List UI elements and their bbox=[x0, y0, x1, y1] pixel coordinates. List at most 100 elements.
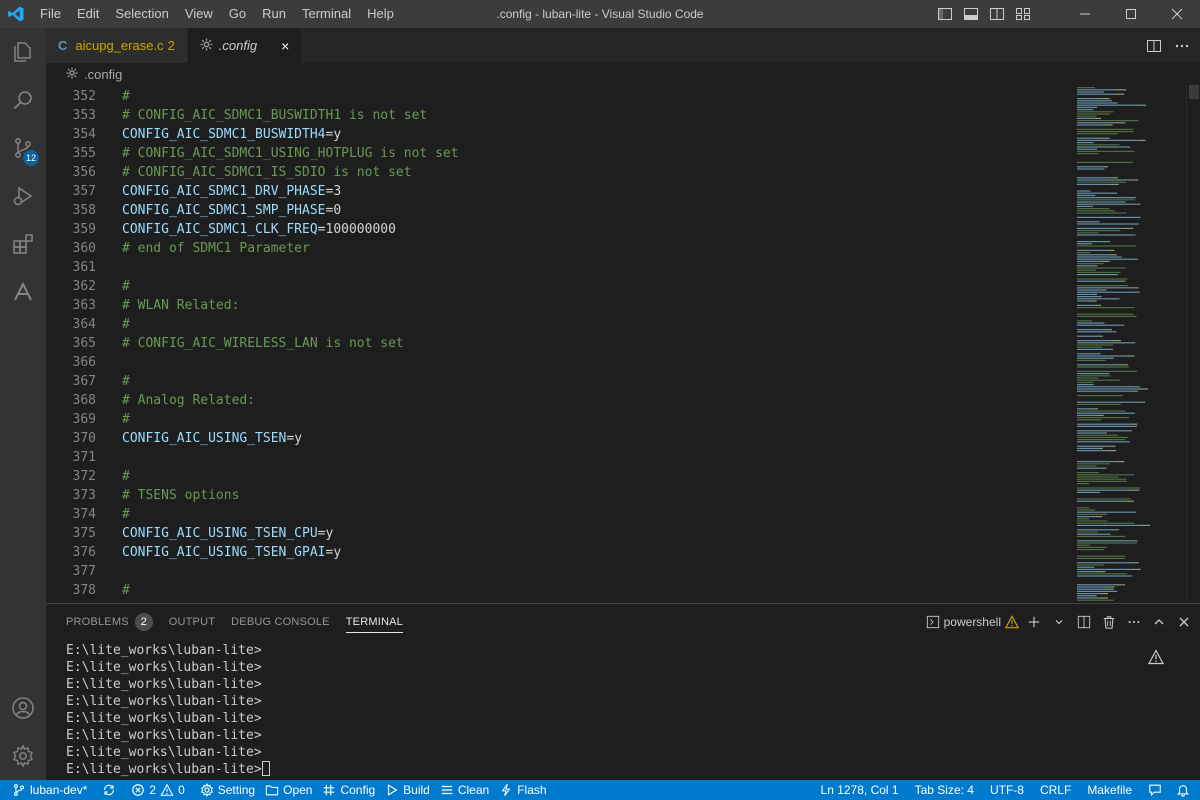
chevron-down-icon[interactable] bbox=[1046, 604, 1071, 639]
code-text: CONFIG_AIC_SDMC1_CLK_FREQ=100000000 bbox=[96, 220, 396, 239]
notifications-bell-icon[interactable] bbox=[1170, 780, 1200, 800]
code-line[interactable]: 377 bbox=[46, 562, 1074, 581]
language-mode[interactable]: Makefile bbox=[1079, 780, 1140, 800]
code-line[interactable]: 372 # bbox=[46, 467, 1074, 486]
open-button[interactable]: Open bbox=[260, 780, 317, 800]
encoding[interactable]: UTF-8 bbox=[982, 780, 1032, 800]
explorer-icon[interactable] bbox=[0, 28, 46, 76]
code-line[interactable]: 359 CONFIG_AIC_SDMC1_CLK_FREQ=100000000 bbox=[46, 220, 1074, 239]
code-line[interactable]: 374 # bbox=[46, 505, 1074, 524]
code-line[interactable]: 363 # WLAN Related: bbox=[46, 296, 1074, 315]
tab-label: PROBLEMS bbox=[66, 615, 129, 628]
setting-button[interactable]: Setting bbox=[190, 780, 260, 800]
editor-scrollbar[interactable] bbox=[1186, 85, 1200, 603]
tab-output[interactable]: OUTPUT bbox=[161, 604, 223, 639]
code-line[interactable]: 367 # bbox=[46, 372, 1074, 391]
menu-terminal[interactable]: Terminal bbox=[294, 0, 359, 28]
source-control-icon[interactable]: 12 bbox=[0, 124, 46, 172]
menu-file[interactable]: File bbox=[32, 0, 69, 28]
build-button[interactable]: Build bbox=[380, 780, 435, 800]
sync-icon[interactable] bbox=[92, 780, 126, 800]
tab-problems[interactable]: PROBLEMS 2 bbox=[58, 604, 161, 639]
feedback-icon[interactable] bbox=[1140, 780, 1170, 800]
extension-a-icon[interactable] bbox=[0, 268, 46, 316]
tab-size[interactable]: Tab Size: 4 bbox=[907, 780, 982, 800]
menu-edit[interactable]: Edit bbox=[69, 0, 107, 28]
cursor-position[interactable]: Ln 1278, Col 1 bbox=[813, 780, 907, 800]
code-line[interactable]: 358 CONFIG_AIC_SDMC1_SMP_PHASE=0 bbox=[46, 201, 1074, 220]
close-window-icon[interactable] bbox=[1154, 0, 1200, 28]
tab-terminal[interactable]: TERMINAL bbox=[338, 604, 411, 639]
more-actions-icon[interactable] bbox=[1168, 28, 1196, 63]
menu-help[interactable]: Help bbox=[359, 0, 402, 28]
code-line[interactable]: 370 CONFIG_AIC_USING_TSEN=y bbox=[46, 429, 1074, 448]
tab-close-icon[interactable]: × bbox=[281, 38, 289, 54]
flash-button[interactable]: Flash bbox=[494, 780, 551, 800]
menu-run[interactable]: Run bbox=[254, 0, 294, 28]
terminal-prompt: E:\lite_works\luban-lite> bbox=[66, 660, 262, 675]
branch-name: luban-dev* bbox=[30, 783, 88, 797]
toggle-secondary-sidebar-icon[interactable] bbox=[984, 0, 1010, 28]
menu-selection[interactable]: Selection bbox=[107, 0, 176, 28]
code-line[interactable]: 369 # bbox=[46, 410, 1074, 429]
tab-debug-console[interactable]: DEBUG CONSOLE bbox=[223, 604, 338, 639]
run-debug-icon[interactable] bbox=[0, 172, 46, 220]
split-terminal-icon[interactable] bbox=[1071, 604, 1096, 639]
close-panel-icon[interactable] bbox=[1171, 604, 1196, 639]
toggle-primary-sidebar-icon[interactable] bbox=[932, 0, 958, 28]
minimap[interactable] bbox=[1076, 85, 1156, 603]
tab-config[interactable]: .config × bbox=[187, 28, 303, 63]
code-line[interactable]: 354 CONFIG_AIC_SDMC1_BUSWIDTH4=y bbox=[46, 125, 1074, 144]
code-line[interactable]: 371 bbox=[46, 448, 1074, 467]
end-of-line[interactable]: CRLF bbox=[1032, 780, 1079, 800]
code-line[interactable]: 355 # CONFIG_AIC_SDMC1_USING_HOTPLUG is n… bbox=[46, 144, 1074, 163]
kill-terminal-trash-icon[interactable] bbox=[1096, 604, 1121, 639]
editor-scroll-thumb[interactable] bbox=[1189, 85, 1199, 99]
line-number: 367 bbox=[72, 374, 96, 389]
menu-go[interactable]: Go bbox=[221, 0, 254, 28]
customize-layout-icon[interactable] bbox=[1010, 0, 1036, 28]
problems-status[interactable]: 2 0 bbox=[126, 780, 189, 800]
maximize-icon[interactable] bbox=[1108, 0, 1154, 28]
terminal-warning-icon[interactable] bbox=[1147, 649, 1165, 668]
code-line[interactable]: 356 # CONFIG_AIC_SDMC1_IS_SDIO is not set bbox=[46, 163, 1074, 182]
split-editor-icon[interactable] bbox=[1140, 28, 1168, 63]
search-icon[interactable] bbox=[0, 76, 46, 124]
maximize-panel-chevron-up-icon[interactable] bbox=[1146, 604, 1171, 639]
panel-more-icon[interactable] bbox=[1121, 604, 1146, 639]
equals-sign: = bbox=[317, 526, 326, 541]
extensions-icon[interactable] bbox=[0, 220, 46, 268]
toggle-panel-icon[interactable] bbox=[958, 0, 984, 28]
code-text: # bbox=[122, 583, 130, 598]
code-line[interactable]: 353 # CONFIG_AIC_SDMC1_BUSWIDTH1 is not s… bbox=[46, 106, 1074, 125]
manage-gear-icon[interactable] bbox=[0, 732, 46, 780]
line-number: 374 bbox=[72, 507, 96, 522]
terminal-prompt-icon bbox=[926, 615, 939, 628]
code-line[interactable]: 352 # bbox=[46, 87, 1074, 106]
breadcrumb-file[interactable]: .config bbox=[84, 67, 122, 82]
menu-view[interactable]: View bbox=[177, 0, 221, 28]
terminal-output[interactable]: E:\lite_works\luban-lite> E:\lite_works\l… bbox=[66, 642, 270, 778]
code-line[interactable]: 360 # end of SDMC1 Parameter bbox=[46, 239, 1074, 258]
account-icon[interactable] bbox=[0, 684, 46, 732]
code-line[interactable]: 376 CONFIG_AIC_USING_TSEN_GPAI=y bbox=[46, 543, 1074, 562]
tab-aicupg-erase[interactable]: C aicupg_erase.c 2 bbox=[46, 28, 188, 63]
new-terminal-icon[interactable] bbox=[1021, 604, 1046, 639]
code-line[interactable]: 378 # bbox=[46, 581, 1074, 600]
code-line[interactable]: 357 CONFIG_AIC_SDMC1_DRV_PHASE=3 bbox=[46, 182, 1074, 201]
terminal-selector[interactable]: powershell bbox=[924, 604, 1021, 639]
clean-button[interactable]: Clean bbox=[435, 780, 494, 800]
warning-icon bbox=[1005, 614, 1019, 628]
code-line[interactable]: 368 # Analog Related: bbox=[46, 391, 1074, 410]
code-line[interactable]: 361 bbox=[46, 258, 1074, 277]
code-line[interactable]: 375 CONFIG_AIC_USING_TSEN_CPU=y bbox=[46, 524, 1074, 543]
code-editor[interactable]: 352 #353 # CONFIG_AIC_SDMC1_BUSWIDTH1 is n… bbox=[46, 85, 1200, 603]
branch-status[interactable]: luban-dev* bbox=[0, 780, 92, 800]
code-line[interactable]: 365 # CONFIG_AIC_WIRELESS_LAN is not set bbox=[46, 334, 1074, 353]
code-line[interactable]: 364 # bbox=[46, 315, 1074, 334]
minimize-icon[interactable] bbox=[1062, 0, 1108, 28]
code-line[interactable]: 362 # bbox=[46, 277, 1074, 296]
code-line[interactable]: 366 bbox=[46, 353, 1074, 372]
config-button[interactable]: Config bbox=[317, 780, 380, 800]
code-line[interactable]: 373 # TSENS options bbox=[46, 486, 1074, 505]
